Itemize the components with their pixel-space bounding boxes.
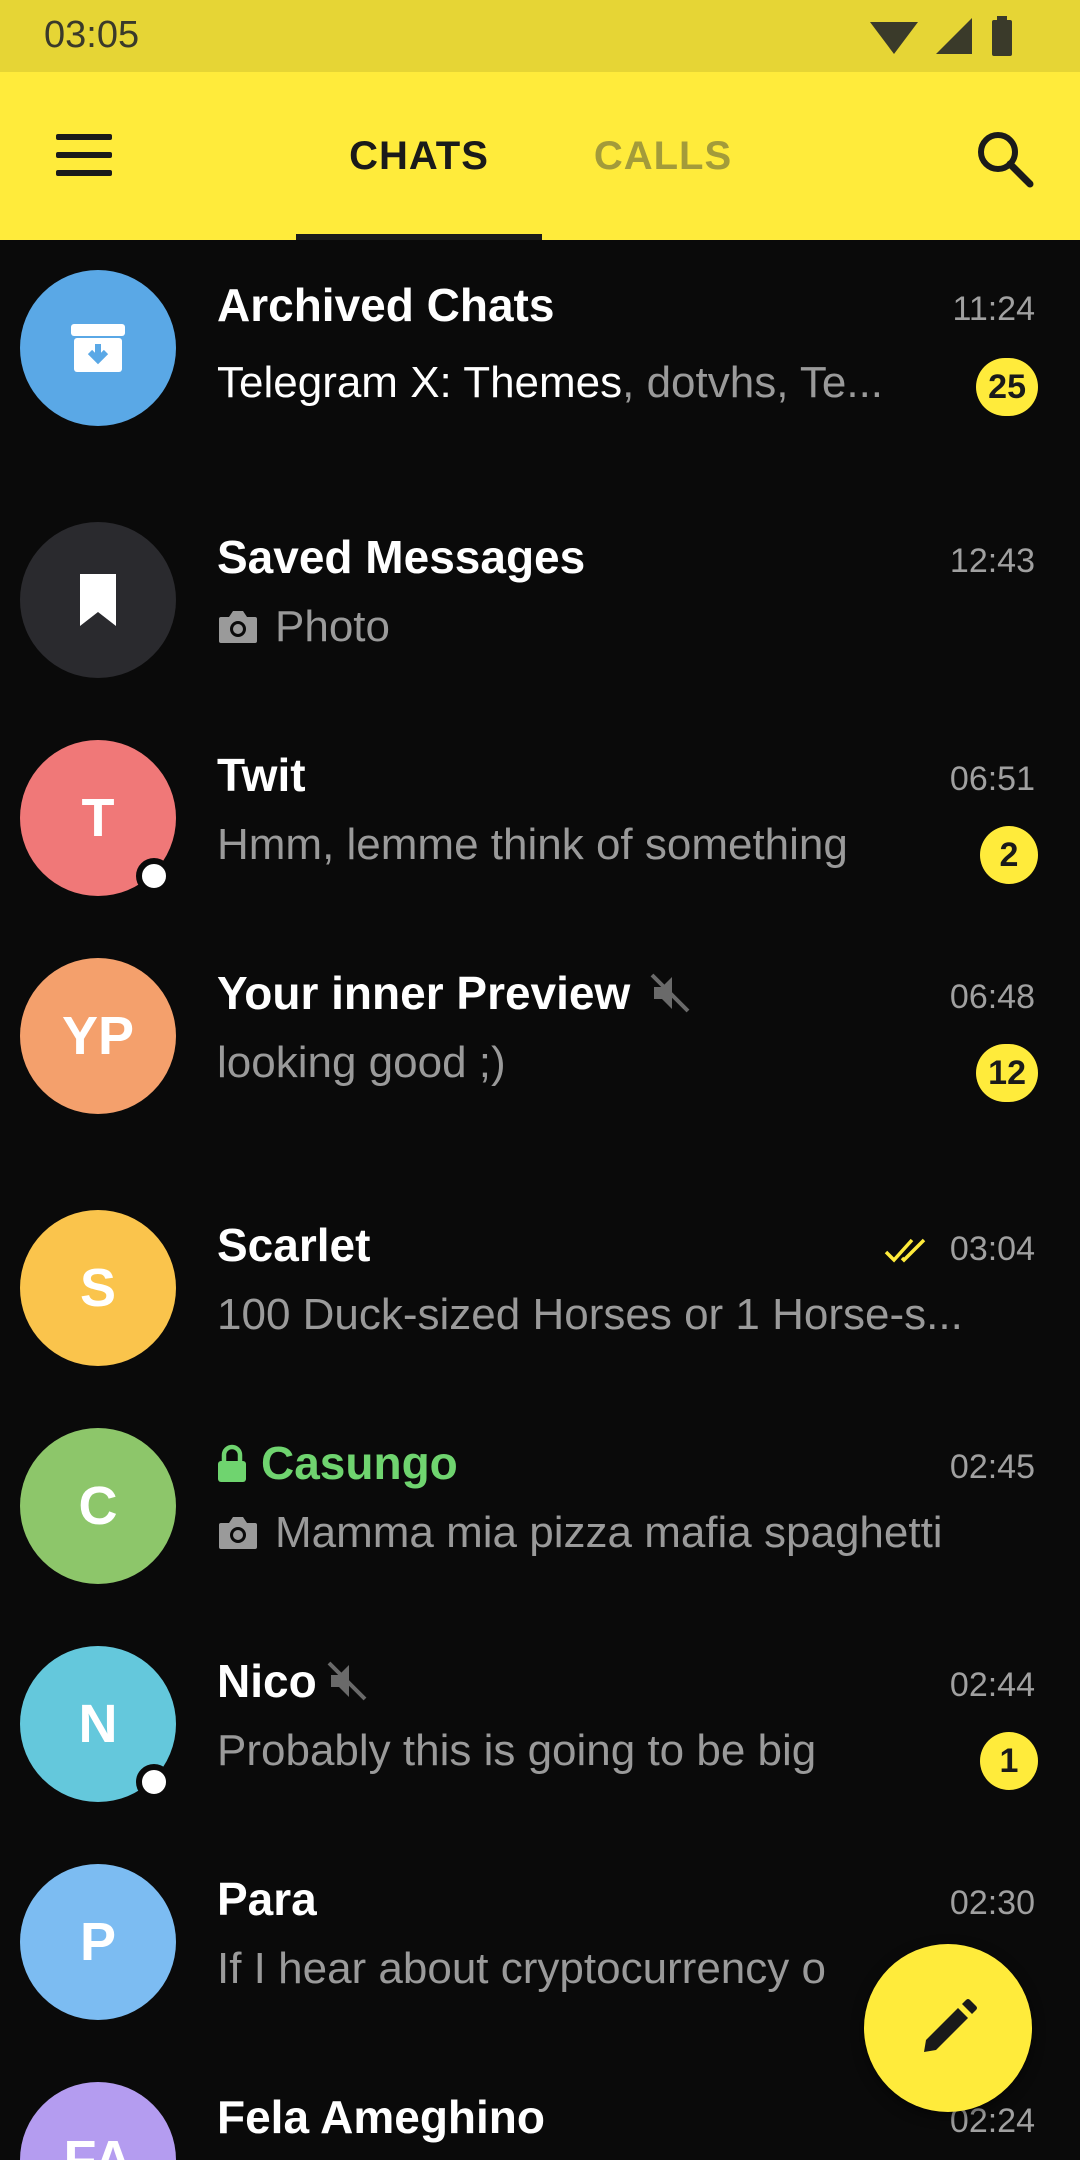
chat-time: 02:45 (949, 1448, 1035, 1486)
archive-icon (71, 324, 125, 372)
avatar: S (20, 1210, 176, 1366)
mute-icon (327, 1661, 367, 1701)
chat-name: Twit (217, 749, 306, 801)
chat-name-text: Nico (217, 1655, 317, 1707)
avatar: FA (20, 2082, 176, 2160)
chat-preview: Photo (217, 602, 390, 652)
unread-badge: 12 (976, 1044, 1038, 1102)
wifi-icon (870, 22, 918, 54)
menu-icon-line (56, 170, 112, 176)
menu-icon-line (56, 152, 112, 158)
chat-time: 02:44 (949, 1666, 1035, 1704)
avatar: YP (20, 958, 176, 1114)
chat-name: Scarlet (217, 1219, 371, 1271)
chat-item-casungo[interactable]: C Casungo 02:45 Mamma mia pizza mafia sp… (0, 1398, 1080, 1616)
preview-text: Photo (275, 602, 390, 651)
menu-icon (56, 134, 112, 140)
chat-time: 06:51 (949, 760, 1035, 798)
preview-text: Mamma mia pizza mafia spaghetti (275, 1508, 943, 1557)
unread-badge: 2 (980, 826, 1038, 884)
status-time: 03:05 (44, 14, 140, 56)
camera-icon (219, 1517, 257, 1549)
bookmark-icon (80, 574, 116, 626)
unread-badge: 1 (980, 1732, 1038, 1790)
avatar (20, 270, 176, 426)
chat-name: Nico (217, 1654, 369, 1708)
menu-button[interactable] (40, 122, 128, 192)
chat-preview: Mamma mia pizza mafia spaghetti (217, 1508, 943, 1558)
chat-name: Saved Messages (217, 531, 586, 583)
cell-signal-icon (936, 18, 972, 54)
mute-icon (650, 973, 690, 1013)
chat-item-twit[interactable]: T Twit 06:51 Hmm, lemme think of somethi… (0, 710, 1080, 928)
chat-preview: If I hear about cryptocurrency o (217, 1944, 826, 1993)
chat-name: Casungo (217, 1436, 458, 1490)
unread-badge: 25 (976, 358, 1038, 416)
chat-item-saved-messages[interactable]: Saved Messages 12:43 Photo (0, 492, 1080, 710)
chat-item-nico[interactable]: N Nico 02:44 Probably this is going to b… (0, 1616, 1080, 1834)
avatar: C (20, 1428, 176, 1584)
chat-preview: Hmm, lemme think of something (217, 820, 848, 869)
double-check-icon (884, 1238, 926, 1263)
lock-icon (218, 1444, 246, 1482)
chat-item-scarlet[interactable]: S Scarlet 03:04 100 Duck-sized Horses or… (0, 1180, 1080, 1398)
chat-name: Fela Ameghino (217, 2091, 545, 2143)
chat-item-archived[interactable]: Archived Chats 11:24 Telegram X: Themes,… (0, 240, 1080, 458)
chat-preview: 100 Duck-sized Horses or 1 Horse-s... (217, 1290, 963, 1339)
app-header: CHATS CALLS (0, 72, 1080, 240)
chat-name: Para (217, 1873, 317, 1925)
tab-calls[interactable]: CALLS (540, 72, 786, 240)
chat-time: 03:04 (949, 1230, 1035, 1268)
chat-name: Archived Chats (217, 279, 555, 331)
avatar: P (20, 1864, 176, 2020)
chat-time: 11:24 (952, 290, 1035, 328)
search-icon[interactable] (970, 124, 1040, 194)
pencil-icon (924, 1999, 977, 2052)
chat-name-text: Your inner Preview (217, 967, 631, 1019)
chat-time: 02:30 (949, 1884, 1035, 1922)
online-indicator (136, 1764, 172, 1800)
chat-preview: Telegram X: Themes, dotvhs, Te... (217, 358, 957, 408)
camera-icon (219, 611, 257, 643)
compose-button[interactable] (864, 1944, 1032, 2112)
chat-preview: Probably this is going to be big (217, 1726, 817, 1775)
chat-name: Your inner Preview (217, 966, 692, 1020)
chat-time: 06:48 (949, 978, 1035, 1016)
chat-item-your-inner-preview[interactable]: YP Your inner Preview 06:48 looking good… (0, 928, 1080, 1146)
avatar (20, 522, 176, 678)
chat-preview: looking good ;) (217, 1038, 506, 1087)
preview-highlight: Telegram X: Themes (217, 358, 623, 407)
chat-name-text: Casungo (261, 1437, 458, 1489)
battery-icon (992, 16, 1012, 56)
preview-rest: , dotvhs, Te... (622, 358, 884, 407)
status-icons (870, 16, 1012, 56)
tab-chats[interactable]: CHATS (296, 72, 542, 240)
chat-time: 12:43 (949, 542, 1035, 580)
status-bar: 03:05 (0, 0, 1080, 72)
online-indicator (136, 858, 172, 894)
